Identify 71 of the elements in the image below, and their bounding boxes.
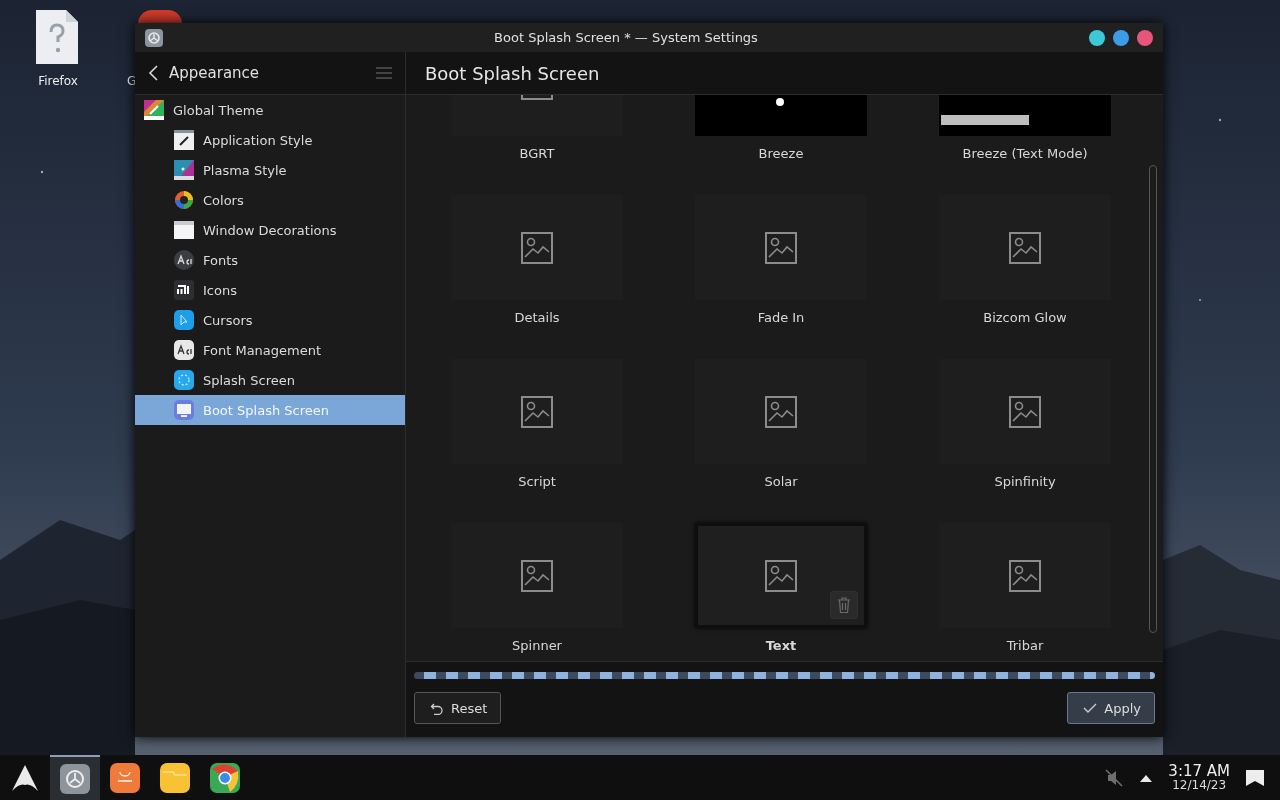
boot-splash-icon <box>174 400 194 420</box>
sidebar-item[interactable]: Global Theme <box>135 95 405 125</box>
theme-name: Bizcom Glow <box>983 310 1067 325</box>
theme-name: Fade In <box>757 310 805 325</box>
sidebar-item[interactable]: Icons <box>135 275 405 305</box>
font-management-icon <box>174 340 194 360</box>
browser-icon <box>210 762 240 793</box>
window-button[interactable] <box>1137 29 1153 46</box>
page-title: Boot Splash Screen <box>425 62 600 84</box>
progress-bar-icon <box>941 115 1029 125</box>
plasma-style-icon <box>174 160 194 180</box>
sidebar-item[interactable]: Font Management <box>135 335 405 365</box>
app-style-icon <box>174 130 194 150</box>
fonts-icon <box>174 250 194 270</box>
theme-name: BGRT <box>519 146 555 161</box>
theme-name: Breeze <box>758 146 804 161</box>
image-icon <box>765 559 797 592</box>
splash-icon <box>174 370 194 390</box>
theme-name: Script <box>518 474 556 489</box>
theme-name: Solar <box>764 474 798 489</box>
arrow-up-icon <box>1140 773 1153 782</box>
checkmark-icon <box>1083 701 1098 715</box>
theme-name: Text <box>765 638 797 653</box>
undo-icon <box>430 701 444 715</box>
image-icon <box>765 395 797 428</box>
theme-name: Details <box>514 310 560 325</box>
reset-button[interactable]: Reset <box>414 692 502 724</box>
apply-button[interactable]: Apply <box>1067 692 1155 724</box>
clock-date[interactable]: 12/14/23 <box>1172 779 1227 791</box>
icons-icon <box>174 280 194 300</box>
shopping-bag-icon <box>110 762 140 793</box>
theme-name: Spinfinity <box>994 474 1056 489</box>
image-icon <box>521 395 553 428</box>
window-button[interactable] <box>1089 29 1105 46</box>
settings-icon <box>60 763 90 794</box>
back-button[interactable]: Appearance <box>147 64 260 82</box>
dot-icon <box>775 97 785 107</box>
sidebar-item[interactable]: Plasma Style <box>135 155 405 185</box>
window-decorations-icon <box>174 220 194 240</box>
sidebar-item[interactable]: Application Style <box>135 125 405 155</box>
colors-icon <box>174 190 194 210</box>
show-desktop-icon[interactable] <box>1246 769 1264 786</box>
image-icon <box>765 231 797 264</box>
theme-name: Breeze (Text Mode) <box>962 146 1088 161</box>
icon-label[interactable]: Firefox <box>38 74 78 88</box>
image-icon <box>1009 559 1041 592</box>
taskbar-app[interactable] <box>50 755 100 800</box>
menu-icon <box>376 67 392 79</box>
image-icon <box>521 559 553 592</box>
theme-name: Tribar <box>1006 638 1044 653</box>
icon-label[interactable]: G <box>126 74 137 88</box>
delete-button[interactable] <box>830 591 858 619</box>
theme-name: Spinner <box>512 638 562 653</box>
trash-icon <box>837 597 851 613</box>
window-button[interactable] <box>1113 29 1129 46</box>
sidebar-item[interactable]: Window Decorations <box>135 215 405 245</box>
image-icon <box>521 231 553 264</box>
clock-time[interactable]: 3:17 AM <box>1168 764 1230 779</box>
image-icon <box>1009 231 1041 264</box>
sidebar-item[interactable]: Colors <box>135 185 405 215</box>
window-title: Boot Splash Screen * — System Settings <box>493 30 759 45</box>
global-theme-icon <box>144 100 164 120</box>
cursors-icon <box>174 310 194 330</box>
folder-icon <box>160 762 190 793</box>
image-icon <box>1009 395 1041 428</box>
sidebar-item[interactable]: Cursors <box>135 305 405 335</box>
theme-thumbnail[interactable] <box>695 523 867 628</box>
sidebar-item[interactable]: Fonts <box>135 245 405 275</box>
muted-speaker-icon[interactable] <box>1104 767 1125 788</box>
settings-icon <box>145 28 163 47</box>
sidebar-item[interactable]: Splash Screen <box>135 365 405 395</box>
